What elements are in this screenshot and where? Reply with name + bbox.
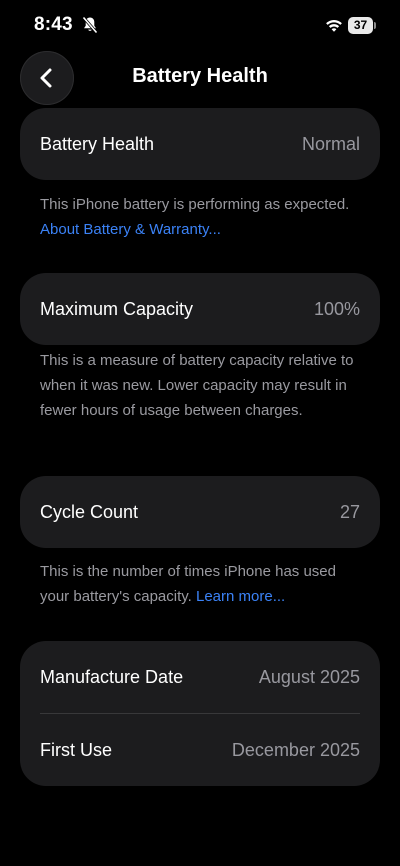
battery-health-label: Battery Health — [40, 133, 155, 154]
first-use-value: December 2025 — [231, 739, 360, 760]
maximum-capacity-card: Maximum Capacity 100% — [20, 273, 380, 345]
battery-health-description: This iPhone battery is performing as exp… — [40, 196, 350, 238]
cycle-count-value: 27 — [339, 501, 360, 522]
bell-slash-icon — [82, 16, 98, 34]
cycle-count-row: Cycle Count 27 — [20, 476, 380, 548]
learn-more-link[interactable]: Learn more... — [196, 588, 285, 605]
battery-level: 37 — [348, 17, 373, 34]
manufacture-date-value: August 2025 — [258, 666, 360, 687]
battery-icon: 37 — [348, 17, 376, 34]
page-title: Battery Health — [132, 65, 268, 87]
battery-health-row: Battery Health Normal — [20, 108, 380, 180]
dates-card: Manufacture Date August 2025 First Use D… — [20, 641, 380, 786]
cycle-count-card: Cycle Count 27 — [20, 476, 380, 548]
maximum-capacity-value: 100% — [313, 298, 360, 319]
maximum-capacity-description: This is a measure of battery capacity re… — [40, 352, 354, 419]
about-battery-warranty-link[interactable]: About Battery & Warranty... — [40, 221, 221, 238]
cycle-count-label: Cycle Count — [40, 501, 139, 522]
maximum-capacity-label: Maximum Capacity — [40, 298, 194, 319]
manufacture-date-label: Manufacture Date — [40, 666, 184, 687]
manufacture-date-row: Manufacture Date August 2025 — [20, 641, 380, 713]
first-use-label: First Use — [40, 739, 112, 760]
battery-health-card: Battery Health Normal — [20, 108, 380, 180]
first-use-row: First Use December 2025 — [20, 714, 380, 786]
battery-health-value: Normal — [301, 133, 360, 154]
status-time: 8:43 — [34, 14, 73, 35]
wifi-icon — [326, 19, 342, 32]
cycle-count-description: This is the number of times iPhone has u… — [40, 563, 336, 605]
maximum-capacity-row: Maximum Capacity 100% — [20, 273, 380, 345]
status-bar: 8:43 37 — [0, 0, 400, 52]
